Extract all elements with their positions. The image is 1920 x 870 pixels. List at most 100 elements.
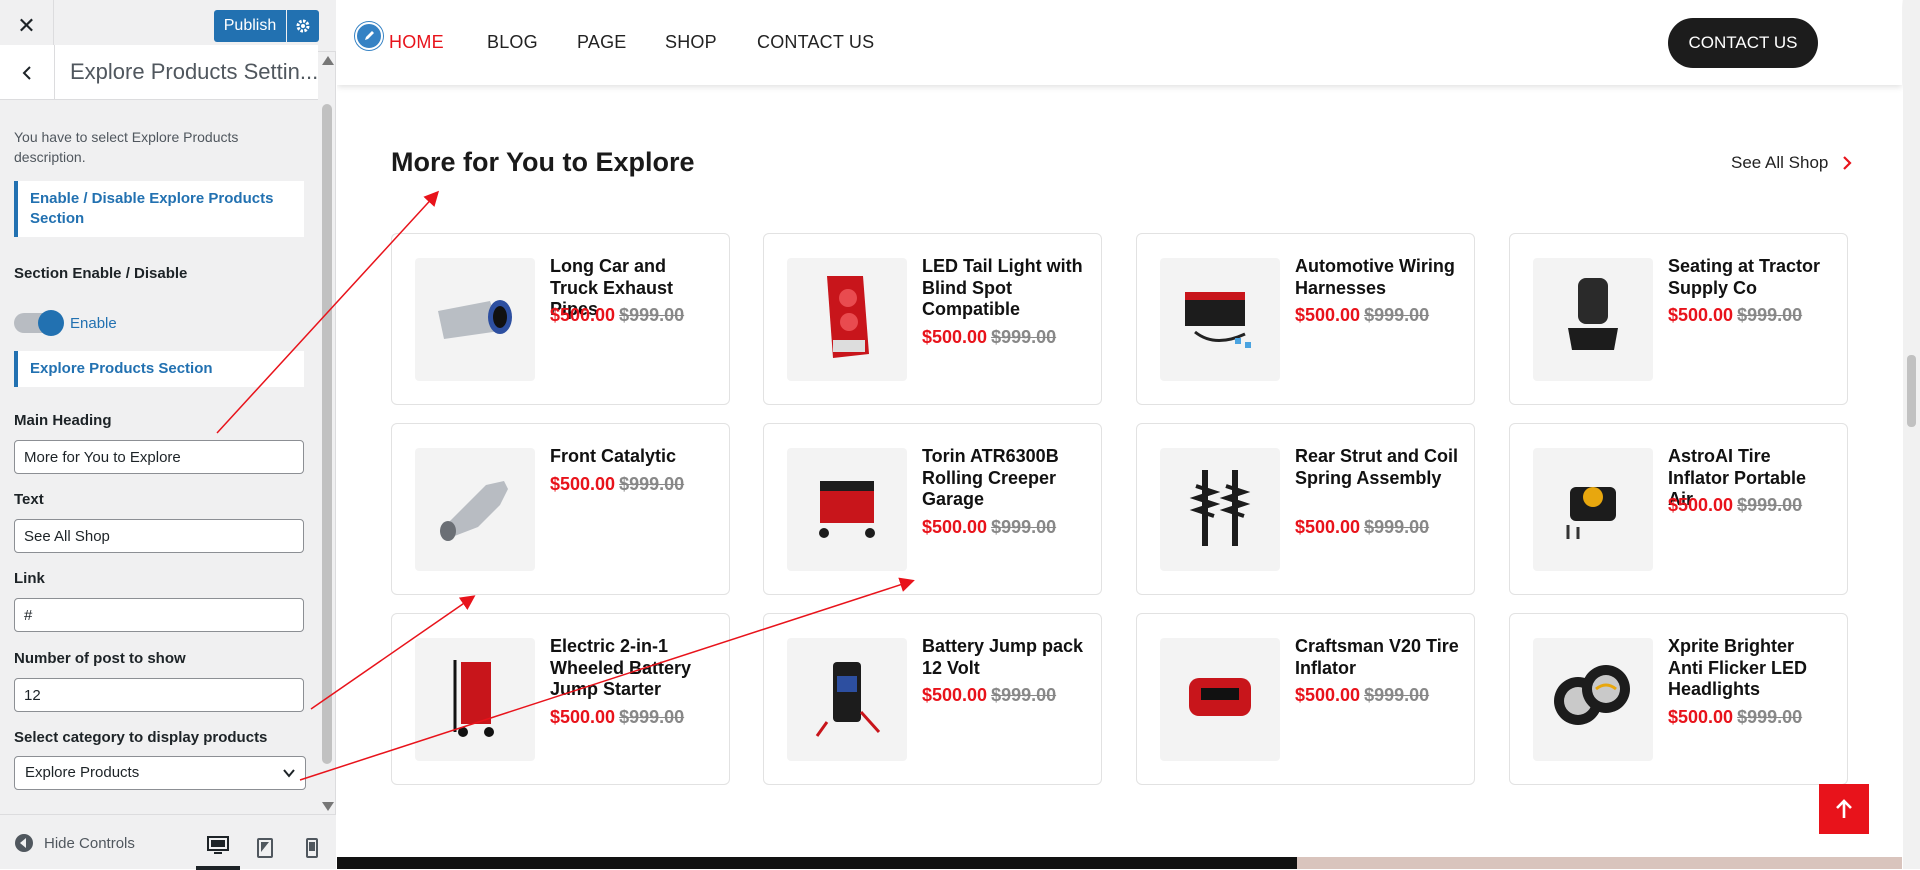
product-image[interactable] — [1160, 638, 1280, 761]
nav-blog[interactable]: BLOG — [487, 32, 538, 53]
hide-controls-label: Hide Controls — [44, 834, 135, 852]
tire-inflator-icon — [1548, 467, 1638, 552]
product-card[interactable]: Seating at Tractor Supply Co $500.00 $999.… — [1509, 233, 1848, 405]
product-image[interactable] — [1160, 258, 1280, 381]
product-name[interactable]: Front Catalytic — [550, 446, 715, 468]
nav-contact-us[interactable]: CONTACT US — [757, 32, 874, 53]
sale-price: $500.00 — [1668, 305, 1734, 325]
product-name[interactable]: Electric 2-in-1 Wheeled Battery Jump Sta… — [550, 636, 715, 701]
product-name[interactable]: Battery Jump pack 12 Volt — [922, 636, 1087, 679]
toggle-state-label: Enable — [70, 315, 117, 332]
see-all-shop-link[interactable]: See All Shop — [1731, 153, 1852, 173]
product-name[interactable]: Craftsman V20 Tire Inflator — [1295, 636, 1460, 679]
cordless-inflator-icon — [1175, 662, 1265, 737]
creeper-seat-icon — [802, 467, 892, 552]
category-select-value: Explore Products — [25, 764, 140, 781]
publish-settings-button[interactable] — [287, 10, 319, 42]
sale-price: $500.00 — [1295, 305, 1361, 325]
publish-button[interactable]: Publish — [214, 10, 286, 42]
sale-price: $500.00 — [922, 516, 988, 537]
section-description: You have to select Explore Products desc… — [14, 129, 239, 165]
mobile-preview-button[interactable] — [290, 826, 334, 870]
product-price: $500.00 $999.00 — [1295, 685, 1429, 706]
product-name[interactable]: Xprite Brighter Anti Flicker LED Headlig… — [1668, 636, 1833, 701]
product-card[interactable]: Front Catalytic $500.00 $999.00 — [391, 423, 730, 595]
product-name[interactable]: Rear Strut and Coil Spring Assembly — [1295, 446, 1460, 489]
preview-scroll-thumb[interactable] — [1907, 355, 1916, 427]
desktop-icon — [207, 836, 229, 854]
hide-controls-button[interactable]: Hide Controls — [14, 833, 135, 853]
sidebar-scrollbar[interactable] — [318, 52, 336, 814]
tail-light-icon — [819, 272, 875, 367]
product-card[interactable]: Automotive Wiring Harnesses $500.00 $999.0… — [1136, 233, 1475, 405]
nav-shop[interactable]: SHOP — [665, 32, 717, 53]
customizer-footer: Hide Controls — [0, 814, 336, 870]
section-title: Explore Products Settin... — [70, 59, 319, 84]
product-image[interactable] — [415, 258, 535, 381]
sale-price: $500.00 — [922, 326, 988, 347]
original-price: $999.00 — [1737, 495, 1803, 515]
product-card[interactable]: Electric 2-in-1 Wheeled Battery Jump Sta… — [391, 613, 730, 785]
section-enable-toggle[interactable] — [14, 310, 64, 336]
product-price: $500.00 $999.00 — [922, 685, 1056, 706]
product-card[interactable]: LED Tail Light with Blind Spot Compatibl… — [763, 233, 1102, 405]
product-price: $500.00 $999.00 — [1295, 517, 1429, 538]
edit-shortcut-pencil-icon[interactable] — [355, 22, 383, 50]
product-image[interactable] — [1533, 258, 1653, 381]
nav-home[interactable]: HOME — [389, 32, 444, 53]
category-select[interactable]: Explore Products — [14, 756, 306, 790]
sale-price: $500.00 — [922, 685, 988, 705]
group-enable-heading: Enable / Disable Explore Products Sectio… — [14, 181, 304, 237]
seat-icon — [1558, 272, 1628, 367]
num-posts-label: Number of post to show — [14, 650, 186, 667]
product-price: $500.00 $999.00 — [1295, 305, 1429, 326]
product-card[interactable]: Torin ATR6300B Rolling Creeper Garage $50… — [763, 423, 1102, 595]
product-price: $500.00 $999.00 — [1668, 305, 1802, 326]
preview-scrollbar[interactable] — [1903, 0, 1920, 869]
text-input[interactable] — [14, 519, 304, 553]
chevron-left-icon — [22, 65, 31, 80]
scroll-up-arrow-icon[interactable] — [322, 56, 334, 65]
product-name[interactable]: Seating at Tractor Supply Co — [1668, 256, 1833, 299]
customizer-sidebar: ✕ Publish Explore Products Settin... You… — [0, 0, 336, 870]
category-label: Select category to display products — [14, 729, 268, 746]
main-heading-input[interactable] — [14, 440, 304, 474]
product-image[interactable] — [1533, 638, 1653, 761]
tablet-preview-button[interactable] — [243, 826, 287, 870]
nav-page[interactable]: PAGE — [577, 32, 626, 53]
original-price: $999.00 — [991, 685, 1057, 705]
next-section-image — [1297, 857, 1902, 869]
sale-price: $500.00 — [1295, 516, 1361, 537]
product-image[interactable] — [787, 448, 907, 571]
contact-us-button[interactable]: CONTACT US — [1668, 18, 1818, 68]
product-card[interactable]: Long Car and Truck Exhaust Pipes $500.00 $… — [391, 233, 730, 405]
sidebar-scroll-thumb[interactable] — [322, 104, 332, 764]
back-button[interactable] — [0, 45, 55, 100]
product-image[interactable] — [787, 638, 907, 761]
product-name[interactable]: Automotive Wiring Harnesses — [1295, 256, 1460, 299]
product-image[interactable] — [415, 448, 535, 571]
num-posts-input[interactable] — [14, 678, 304, 712]
product-image[interactable] — [415, 638, 535, 761]
main-heading-label: Main Heading — [14, 412, 112, 429]
product-name[interactable]: LED Tail Light with Blind Spot Compatibl… — [922, 256, 1087, 321]
product-image[interactable] — [1533, 448, 1653, 571]
product-price: $500.00 $999.00 — [550, 707, 684, 728]
product-name[interactable]: Torin ATR6300B Rolling Creeper Garage — [922, 446, 1087, 511]
product-card[interactable]: Battery Jump pack 12 Volt $500.00 $999.00 — [763, 613, 1102, 785]
desktop-preview-button[interactable] — [196, 826, 240, 870]
product-card[interactable]: Rear Strut and Coil Spring Assembly $500.… — [1136, 423, 1475, 595]
headlights-icon — [1548, 657, 1638, 742]
collapse-arrow-icon — [15, 834, 33, 852]
product-price: $500.00 $999.00 — [1668, 495, 1802, 516]
product-card[interactable]: Xprite Brighter Anti Flicker LED Headlig… — [1509, 613, 1848, 785]
site-header: HOME BLOG PAGE SHOP CONTACT US CONTACT U… — [337, 0, 1902, 85]
product-image[interactable] — [1160, 448, 1280, 571]
scroll-to-top-button[interactable] — [1819, 784, 1869, 834]
product-image[interactable] — [787, 258, 907, 381]
link-input[interactable] — [14, 598, 304, 632]
product-card[interactable]: Craftsman V20 Tire Inflator $500.00 $999.0… — [1136, 613, 1475, 785]
original-price: $999.00 — [1364, 685, 1430, 705]
product-card[interactable]: AstroAI Tire Inflator Portable Air $500.0… — [1509, 423, 1848, 595]
scroll-down-arrow-icon[interactable] — [322, 802, 334, 811]
